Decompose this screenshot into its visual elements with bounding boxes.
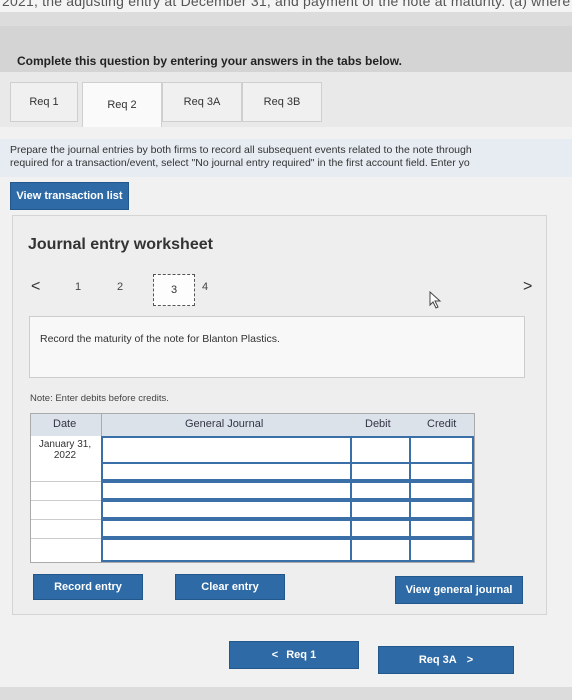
instruction-line-1: Prepare the journal entries by both firm…	[10, 144, 472, 156]
entry-description: Record the maturity of the note for Blan…	[40, 333, 280, 345]
instruction-line-2: required for a transaction/event, select…	[10, 157, 470, 169]
chevron-right-icon: >	[466, 654, 474, 666]
journal-row-4[interactable]	[101, 500, 474, 519]
question-panel: Complete this question by entering your …	[0, 12, 572, 700]
tab-req-3a[interactable]: Req 3A	[162, 82, 242, 122]
journal-row-1[interactable]	[101, 436, 474, 464]
page-4[interactable]: 4	[202, 281, 208, 293]
journal-entry-worksheet: Journal entry worksheet < 1 2 3 4 > Reco…	[12, 215, 547, 615]
header-title: Complete this question by entering your …	[17, 54, 402, 68]
tab-req-3b[interactable]: Req 3B	[242, 82, 322, 122]
journal-row-5[interactable]	[101, 519, 474, 538]
worksheet-title: Journal entry worksheet	[28, 236, 213, 253]
record-entry-button[interactable]: Record entry	[33, 574, 143, 600]
journal-header-row: Date General Journal Debit Credit	[31, 414, 474, 436]
entry-description-box: Record the maturity of the note for Blan…	[29, 316, 525, 378]
journal-row-6[interactable]	[101, 538, 474, 562]
row-divider	[31, 519, 101, 520]
view-transaction-list-button[interactable]: View transaction list	[10, 182, 129, 210]
page-1[interactable]: 1	[75, 281, 81, 293]
top-partial-text: 2021, the adjusting entry at December 31…	[2, 0, 572, 9]
prev-button-label: Req 1	[286, 649, 317, 661]
instruction-box: Prepare the journal entries by both firm…	[0, 139, 572, 177]
journal-row-3[interactable]	[101, 481, 474, 500]
tab-req-1[interactable]: Req 1	[10, 82, 78, 122]
journal-table: Date General Journal Debit Credit Januar…	[30, 413, 475, 563]
page-3-active[interactable]: 3	[153, 274, 195, 306]
row-divider	[31, 481, 101, 482]
journal-row-2[interactable]	[101, 462, 474, 481]
clear-entry-button[interactable]: Clear entry	[175, 574, 285, 600]
next-button-label: Req 3A	[418, 654, 457, 666]
header: Complete this question by entering your …	[0, 26, 572, 72]
worksheet-pager: < 1 2 3 4 >	[27, 271, 532, 309]
col-header-credit: Credit	[427, 418, 457, 430]
chevron-left-icon[interactable]: <	[31, 278, 40, 296]
tabs-bar: Req 1 Req 2 Req 3A Req 3B	[0, 72, 572, 127]
top-cut-text: 2021, the adjusting entry at December 31…	[0, 0, 572, 12]
next-req-3a-button[interactable]: Req 3A >	[378, 646, 514, 674]
chevron-left-icon: <	[271, 649, 279, 661]
chevron-right-icon[interactable]: >	[523, 278, 532, 296]
debit-credit-note: Note: Enter debits before credits.	[30, 393, 169, 404]
page-2[interactable]: 2	[117, 281, 123, 293]
col-header-date: Date	[53, 418, 77, 430]
prev-req-1-button[interactable]: < Req 1	[229, 641, 359, 669]
row-divider	[31, 500, 101, 501]
col-header-debit: Debit	[365, 418, 391, 430]
tab-content: Prepare the journal entries by both firm…	[0, 127, 572, 687]
date-cell: January 31, 2022	[38, 439, 92, 461]
col-header-general-journal: General Journal	[185, 418, 264, 430]
instruction-text: Prepare the journal entries by both firm…	[10, 144, 572, 170]
tab-req-2[interactable]: Req 2	[82, 82, 162, 127]
row-divider	[31, 538, 101, 539]
view-general-journal-button[interactable]: View general journal	[395, 576, 523, 604]
mouse-cursor-icon	[429, 291, 442, 309]
